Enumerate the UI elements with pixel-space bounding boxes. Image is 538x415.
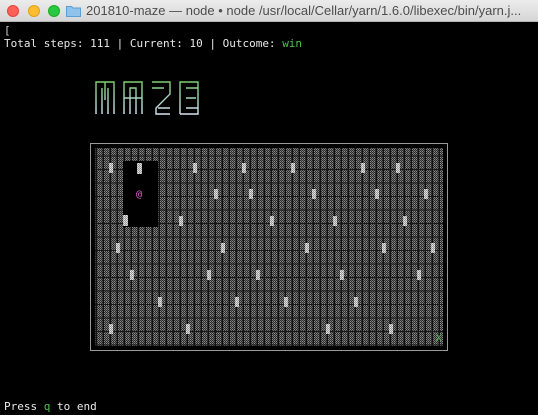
outcome-label: Outcome: <box>222 37 283 50</box>
close-button[interactable] <box>7 5 19 17</box>
footer-suffix: to end <box>50 400 97 413</box>
path-end-cell <box>123 215 128 226</box>
total-steps-value: 111 <box>90 37 110 50</box>
top-mark: [ <box>4 24 11 37</box>
zoom-button[interactable] <box>48 5 60 17</box>
current-label: Current: <box>129 37 190 50</box>
player-marker: @ <box>136 189 142 200</box>
maze-logo <box>95 81 199 115</box>
footer-prefix: Press <box>4 400 44 413</box>
separator: | <box>202 37 223 50</box>
total-steps-label: Total steps: <box>4 37 91 50</box>
minimize-button[interactable] <box>28 5 40 17</box>
outcome-value: win <box>282 37 303 50</box>
folder-icon <box>66 6 81 17</box>
status-line: Total steps: 111 | Current: 10 | Outcome… <box>4 37 302 50</box>
terminal-area[interactable]: [ Total steps: 111 | Current: 10 | Outco… <box>0 22 538 415</box>
start-cell <box>137 163 142 174</box>
current-value: 10 <box>189 37 203 50</box>
window-titlebar: 201810-maze — node • node /usr/local/Cel… <box>0 0 538 22</box>
separator: | <box>109 37 130 50</box>
exit-marker: X <box>436 334 442 344</box>
window-title: 201810-maze — node • node /usr/local/Cel… <box>86 3 522 18</box>
maze-board: @ X <box>90 143 448 351</box>
footer-hint: Press q to end <box>4 400 97 413</box>
